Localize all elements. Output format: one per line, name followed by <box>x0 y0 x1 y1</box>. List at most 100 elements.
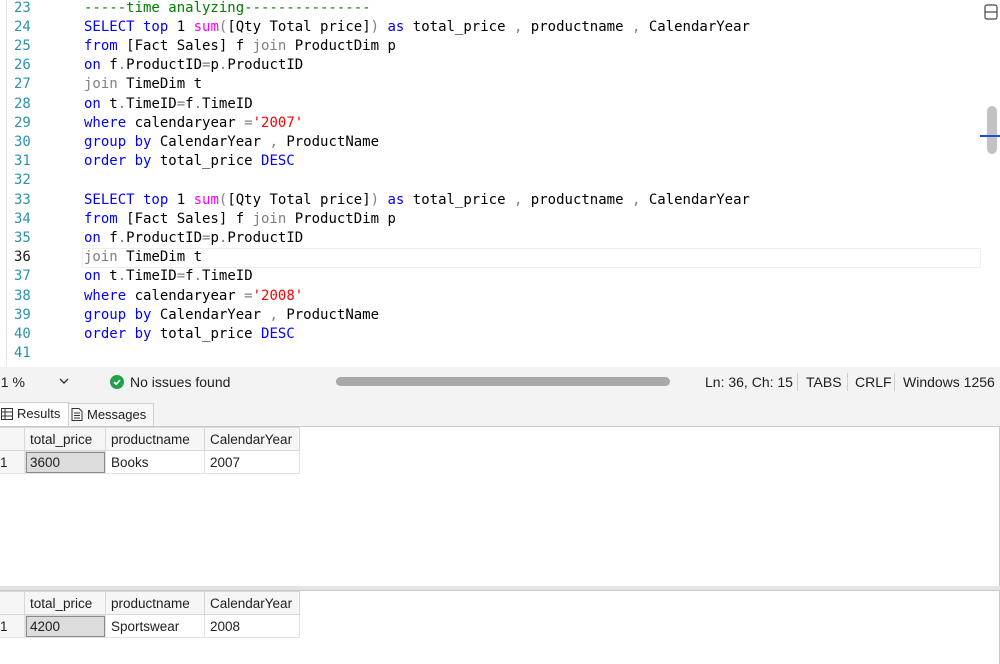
table-cell[interactable]: 3600 <box>24 450 106 474</box>
column-header[interactable]: productname <box>105 427 205 451</box>
indentation-mode[interactable]: TABS <box>806 367 842 397</box>
code-token: t <box>100 268 118 285</box>
editor-horizontal-scrollbar-thumb[interactable] <box>336 377 670 386</box>
code-line[interactable]: 39 group by CalendarYear , ProductName <box>0 306 985 325</box>
column-header[interactable]: productname <box>105 591 205 615</box>
editor-status-bar: 91 % No issues found Ln: 36, Ch: 15 TABS… <box>0 367 1000 397</box>
row-number-header[interactable] <box>0 427 25 451</box>
code-line[interactable]: 36 join TimeDim t <box>0 248 985 269</box>
column-header[interactable]: total_price <box>24 591 106 615</box>
tab-messages[interactable]: Messages <box>68 403 154 426</box>
encoding[interactable]: Windows 1256 <box>903 367 995 397</box>
code-token: TimeDim t <box>117 249 203 266</box>
code-token: ProductDim p <box>286 37 396 54</box>
code-token: productname <box>522 18 632 35</box>
code-token: on <box>84 229 101 246</box>
code-line[interactable]: 26 on f.ProductID=p.ProductID <box>0 56 985 75</box>
code-token: [Fact Sales] f <box>117 210 253 227</box>
column-header[interactable]: total_price <box>24 427 106 451</box>
code-text: where calendaryear ='2007' <box>84 114 303 133</box>
code-line[interactable]: 23 -----time analyzing--------------- <box>0 0 985 18</box>
code-token: = <box>176 268 186 285</box>
editor-vertical-scrollbar-thumb[interactable] <box>987 106 997 154</box>
line-number: 33 <box>14 191 31 208</box>
cursor-position[interactable]: Ln: 36, Ch: 15 <box>705 367 793 397</box>
code-token: TimeID <box>126 95 177 112</box>
code-token: TimeID <box>202 268 253 285</box>
row-number[interactable]: 1 <box>0 614 25 638</box>
code-line[interactable]: 33 SELECT top 1 sum([Qty Total price]) as… <box>0 191 985 210</box>
column-header[interactable]: CalendarYear <box>204 427 300 451</box>
code-text: group by CalendarYear , ProductName <box>84 133 379 152</box>
code-line[interactable]: 35 on f.ProductID=p.ProductID <box>0 229 985 248</box>
code-token: [Fact Sales] f <box>117 37 253 54</box>
line-number: 34 <box>14 210 31 227</box>
row-number-header[interactable] <box>0 591 25 615</box>
code-token: = <box>244 114 253 131</box>
code-line[interactable]: 24 SELECT top 1 sum([Qty Total price]) as… <box>0 18 985 37</box>
code-line[interactable]: 27 join TimeDim t <box>0 75 985 94</box>
code-token: total_price <box>151 325 262 342</box>
tab-results[interactable]: Results <box>0 402 70 426</box>
code-token: as <box>379 191 413 208</box>
column-header[interactable]: CalendarYear <box>204 591 300 615</box>
split-editor-icon[interactable] <box>984 4 998 20</box>
code-token: SELECT top <box>84 191 169 208</box>
code-token: ProductID <box>227 57 304 74</box>
code-text: order by total_price DESC <box>84 325 295 344</box>
code-line[interactable]: 38 where calendaryear ='2008' <box>0 287 985 306</box>
row-number[interactable]: 1 <box>0 450 25 474</box>
code-line[interactable]: 40 order by total_price DESC <box>0 325 985 344</box>
line-number: 29 <box>14 114 31 131</box>
issues-text: No issues found <box>130 374 231 390</box>
code-token: . <box>193 268 203 285</box>
result-grid-1[interactable]: total_price productname CalendarYear 1 3… <box>0 426 1000 588</box>
code-line[interactable]: 30 group by CalendarYear , ProductName <box>0 133 985 152</box>
code-token: ProductID <box>227 229 304 246</box>
code-line[interactable]: 31 order by total_price DESC <box>0 152 985 171</box>
code-token: ProductName <box>277 133 380 150</box>
code-line[interactable]: 34 from [Fact Sales] f join ProductDim p <box>0 210 985 229</box>
code-token: group by <box>84 133 152 150</box>
table-cell[interactable]: Sportswear <box>105 614 205 638</box>
code-line[interactable]: 28 on t.TimeID=f.TimeID <box>0 95 985 114</box>
code-text: on f.ProductID=p.ProductID <box>84 56 303 75</box>
code-text: where calendaryear ='2008' <box>84 287 303 306</box>
code-token: . <box>117 57 127 74</box>
code-token: sum <box>193 18 219 35</box>
table-cell[interactable]: 4200 <box>24 614 106 638</box>
code-token: . <box>117 268 127 285</box>
result-grid-2[interactable]: total_price productname CalendarYear 1 4… <box>0 590 1000 664</box>
code-token: TimeID <box>126 268 177 285</box>
code-token: TimeID <box>202 95 253 112</box>
query-editor[interactable]: 23 -----time analyzing--------------- 24 SE… <box>0 0 1000 367</box>
issues-indicator[interactable]: No issues found <box>110 367 230 397</box>
code-token: join <box>252 37 287 54</box>
code-token: total_price <box>151 153 262 170</box>
code-token: , <box>269 133 278 150</box>
code-token: '2007' <box>252 114 304 131</box>
code-line[interactable]: 37 on t.TimeID=f.TimeID <box>0 267 985 286</box>
table-cell[interactable]: 2007 <box>204 450 300 474</box>
code-line[interactable]: 25 from [Fact Sales] f join ProductDim p <box>0 37 985 56</box>
code-token: calendaryear <box>126 114 245 131</box>
code-token: p <box>210 229 219 246</box>
line-number: 23 <box>14 0 31 16</box>
code-token: [Qty Total price] <box>227 18 371 35</box>
code-text: join TimeDim t <box>84 248 202 267</box>
zoom-dropdown[interactable]: 91 % <box>0 367 74 397</box>
code-line[interactable]: 29 where calendaryear ='2007' <box>0 114 985 133</box>
code-token: group by <box>84 306 152 323</box>
result-table: total_price productname CalendarYear 1 4… <box>0 591 300 638</box>
line-number: 25 <box>14 37 31 54</box>
code-text: SELECT top 1 sum([Qty Total price]) as t… <box>84 191 750 210</box>
code-token: CalendarYear <box>640 18 750 35</box>
code-text: on t.TimeID=f.TimeID <box>84 267 253 286</box>
code-token: from <box>84 37 118 54</box>
table-cell[interactable]: 2008 <box>204 614 300 638</box>
line-ending[interactable]: CRLF <box>855 367 892 397</box>
code-line[interactable]: 32 <box>0 171 985 190</box>
line-number: 31 <box>14 153 31 170</box>
code-line[interactable]: 41 <box>0 344 985 363</box>
table-cell[interactable]: Books <box>105 450 205 474</box>
